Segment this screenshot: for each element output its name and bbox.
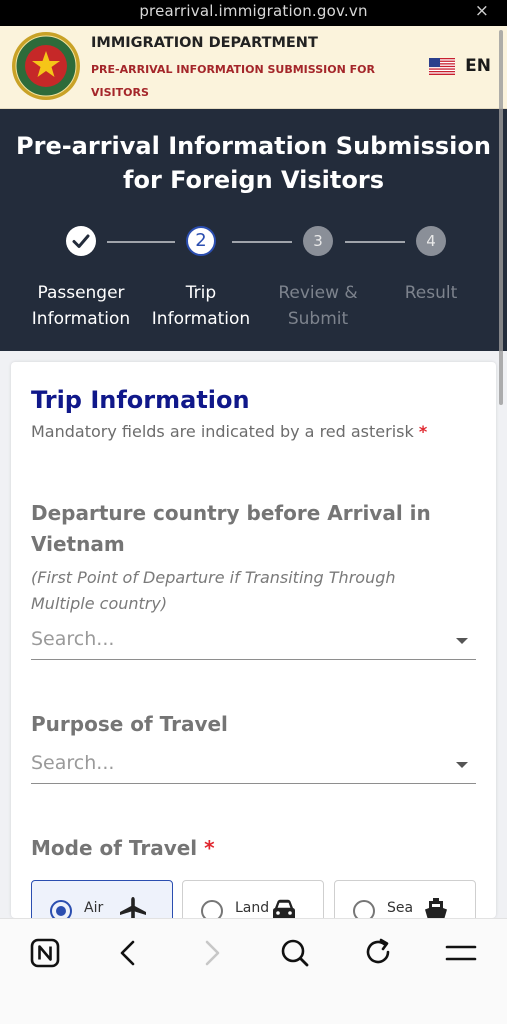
department-title: IMMIGRATION DEPARTMENT (91, 35, 318, 51)
departure-country-select[interactable]: Search... (31, 624, 476, 660)
forward-arrow-icon (205, 940, 220, 966)
mode-label-air[interactable]: Air (84, 900, 103, 916)
step-4-label: Result (366, 280, 496, 306)
purpose-of-travel-label: Purpose of Travel (31, 712, 228, 736)
back-arrow-icon[interactable] (110, 935, 146, 971)
purpose-of-travel-placeholder[interactable]: Search... (31, 752, 114, 774)
page-scrollbar[interactable] (499, 30, 503, 405)
purpose-of-travel-select[interactable]: Search... (31, 748, 476, 784)
language-code[interactable]: EN (465, 56, 491, 76)
mode-of-travel-label: Mode of Travel * (31, 833, 215, 864)
step-2-label-line2: Information (151, 309, 251, 329)
page-title: Pre-arrival Information Submission for F… (0, 129, 507, 197)
site-header: IMMIGRATION DEPARTMENT PRE-ARRIVAL INFOR… (0, 26, 507, 109)
step-connector (345, 241, 405, 243)
mandatory-note-text: Mandatory fields are indicated by a red … (31, 422, 414, 441)
departure-hint-line2: Multiple country) (31, 594, 168, 613)
mode-of-travel-text: Mode of Travel (31, 836, 198, 860)
step-2-label: Trip Information (136, 280, 266, 332)
step-2-label-line1: Trip (185, 283, 217, 303)
step-2-indicator: 2 (186, 226, 216, 256)
required-asterisk: * (204, 836, 215, 860)
step-3-label-line2: Submit (287, 309, 349, 329)
search-icon[interactable] (277, 935, 313, 971)
step-4-label-line1: Result (404, 283, 458, 303)
mode-label-sea[interactable]: Sea (387, 900, 413, 916)
departure-country-label: Departure country before Arrival in Viet… (31, 498, 431, 560)
url-text[interactable]: prearrival.immigration.gov.vn (0, 2, 507, 20)
step-connector (107, 241, 175, 243)
reload-icon[interactable] (360, 935, 396, 971)
section-title: Trip Information (31, 386, 250, 414)
us-flag-icon (429, 57, 456, 75)
departure-hint-line1: (First Point of Departure if Transiting … (31, 568, 396, 587)
browser-toolbar (0, 918, 507, 1024)
menu-icon[interactable] (443, 935, 479, 971)
departure-label-line1: Departure country before Arrival in (31, 501, 431, 525)
mode-label-land[interactable]: Land (235, 900, 269, 916)
step-3-label: Review & Submit (253, 280, 383, 332)
departure-country-placeholder[interactable]: Search... (31, 628, 114, 650)
immigration-emblem (12, 32, 80, 100)
chevron-down-icon[interactable] (456, 638, 468, 644)
step-connector (232, 241, 292, 243)
progress-stepper: 2 3 4 Passenger Information Trip Informa… (0, 226, 507, 336)
app-logo-icon[interactable] (27, 935, 63, 971)
step-1-label-line1: Passenger (37, 283, 125, 303)
step-3-indicator: 3 (303, 226, 333, 256)
step-1-label-line2: Information (31, 309, 131, 329)
step-1-label: Passenger Information (16, 280, 146, 332)
close-icon[interactable]: × (475, 1, 489, 21)
page-title-line2: for Foreign Visitors (123, 166, 384, 194)
mandatory-note: Mandatory fields are indicated by a red … (31, 422, 427, 441)
departure-country-hint: (First Point of Departure if Transiting … (31, 565, 461, 617)
departure-label-line2: Vietnam (31, 532, 125, 556)
step-4-indicator: 4 (416, 226, 446, 256)
required-asterisk: * (418, 422, 428, 441)
page-banner: Pre-arrival Information Submission for F… (0, 109, 507, 351)
page-title-line1: Pre-arrival Information Submission (16, 132, 491, 160)
language-selector[interactable]: EN (429, 56, 491, 76)
trip-information-card: Trip Information Mandatory fields are in… (11, 362, 496, 940)
chevron-down-icon[interactable] (456, 762, 468, 768)
browser-url-bar[interactable]: prearrival.immigration.gov.vn × (0, 0, 507, 26)
step-1-check-icon (66, 226, 96, 256)
step-3-label-line1: Review & (278, 283, 358, 303)
department-subtitle: PRE-ARRIVAL INFORMATION SUBMISSION FOR V… (91, 63, 375, 99)
